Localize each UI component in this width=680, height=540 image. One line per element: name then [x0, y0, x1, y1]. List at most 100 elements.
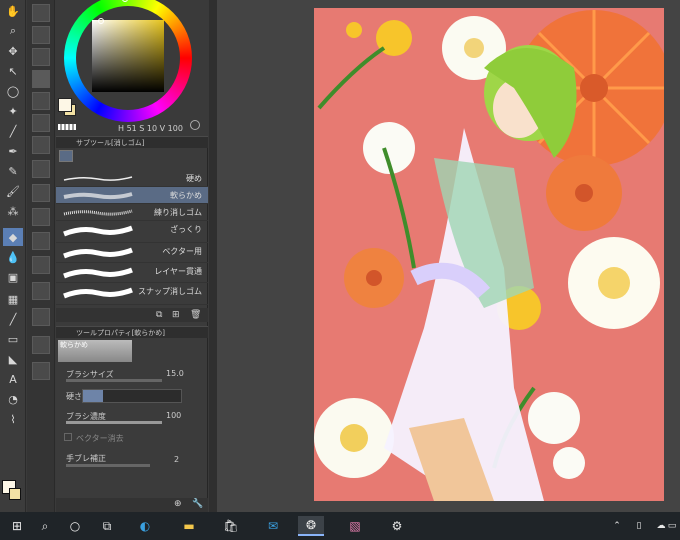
transparent-color-swatch[interactable] — [58, 124, 76, 130]
orange-flower — [344, 248, 404, 308]
palette-tab-icon[interactable] — [32, 4, 50, 22]
eraser-tab-icon[interactable] — [32, 70, 50, 88]
hardness-selector[interactable] — [82, 389, 182, 403]
vector-erase-checkbox[interactable] — [64, 433, 72, 441]
stabilization-label: 手ブレ補正 — [66, 454, 106, 463]
list-item[interactable]: ベクター用 — [56, 243, 208, 263]
palette-tab-icon[interactable] — [32, 362, 50, 380]
palette-tab-icon[interactable] — [32, 282, 50, 300]
palette-tab-icon[interactable] — [32, 48, 50, 66]
app-window: ✋ ⌕ ✥ ↖ ◯ ✦ ╱ ✒ ✎ 🖌 ⁂ ◆ 💧 ▣ ▦ ╱ ▭ ◣ A ◔ … — [0, 0, 680, 512]
airbrush-icon[interactable]: ⁂ — [3, 202, 23, 220]
list-item[interactable]: レイヤー貫通 — [56, 263, 208, 283]
white-flower — [314, 398, 394, 478]
search-icon[interactable]: ⌕ — [32, 516, 58, 536]
subtool-label: レイヤー貫通 — [154, 267, 202, 276]
palette-tab-icon[interactable] — [32, 160, 50, 178]
hardness-label: 硬さ — [66, 392, 82, 401]
explorer-icon[interactable]: ▬ — [176, 516, 202, 536]
brush-stroke-preview — [63, 267, 133, 279]
sub-color-swatch[interactable] — [9, 488, 21, 500]
delete-subtool-icon[interactable]: 🗑 — [190, 310, 201, 320]
frame-icon[interactable]: ▭ — [3, 330, 23, 348]
canvas-scrollbar[interactable] — [209, 0, 217, 512]
cortana-icon[interactable]: ○ — [62, 516, 88, 536]
stabilization-row: 手ブレ補正 2 — [56, 452, 208, 470]
main-color-swatch[interactable] — [58, 98, 72, 112]
blend-icon[interactable]: 💧 — [3, 248, 23, 266]
list-item[interactable]: スナップ消しゴム — [56, 283, 208, 305]
copy-subtool-icon[interactable]: ⧉ — [156, 310, 162, 320]
tool-property-header: ツールプロパティ[軟らかめ] — [56, 326, 208, 338]
list-item[interactable]: 硬め — [56, 170, 208, 187]
density-value[interactable]: 100 — [166, 411, 181, 420]
palette-tab-icon[interactable] — [32, 232, 50, 250]
store-icon[interactable]: 🛍 — [218, 516, 244, 536]
brush-stroke-preview — [63, 247, 133, 259]
preset-preview: 軟らかめ — [58, 340, 132, 362]
subtool-group-icon[interactable] — [59, 150, 73, 162]
list-item[interactable]: 練り消しゴム — [56, 204, 208, 221]
subtool-label: ざっくり — [170, 225, 202, 234]
palette-panel: H 51 S 10 V 100 サブツール[消しゴム] 硬め 軟らかめ 練り消し… — [56, 0, 208, 512]
ruler-icon[interactable]: ◣ — [3, 350, 23, 368]
pencil-icon[interactable]: ✎ — [3, 162, 23, 180]
palette-tab-icon[interactable] — [32, 26, 50, 44]
palette-tab-icon[interactable] — [32, 256, 50, 274]
palette-icon-column — [27, 0, 55, 512]
hsv-readout: H 51 S 10 V 100 — [118, 124, 183, 133]
vector-erase-row: ベクター消去 — [56, 430, 208, 448]
subtool-label: 軟らかめ — [170, 191, 202, 200]
move-icon[interactable]: ✥ — [3, 42, 23, 60]
sv-marker[interactable] — [98, 18, 104, 24]
stabilization-value[interactable]: 2 — [174, 455, 179, 464]
brush-size-value[interactable]: 15.0 — [166, 369, 184, 378]
clip-studio-icon[interactable]: ❂ — [298, 516, 324, 536]
paint-app-icon[interactable]: ▧ — [342, 516, 368, 536]
figure-icon[interactable]: ╱ — [3, 310, 23, 328]
density-row: ブラシ濃度 100 — [56, 408, 208, 426]
palette-tab-icon[interactable] — [32, 114, 50, 132]
palette-tab-icon[interactable] — [32, 136, 50, 154]
palette-tab-icon[interactable] — [32, 184, 50, 202]
hand-icon[interactable]: ✋ — [3, 2, 23, 20]
list-item[interactable]: ざっくり — [56, 221, 208, 243]
settings-icon[interactable]: ⚙ — [384, 516, 410, 536]
fill-icon[interactable]: ▣ — [3, 268, 23, 286]
lasso-icon[interactable]: ◯ — [3, 82, 23, 100]
brush-icon[interactable]: 🖌 — [3, 182, 23, 200]
zoom-icon[interactable]: ⌕ — [3, 22, 23, 40]
eyedropper-icon[interactable]: ╱ — [3, 122, 23, 140]
magic-wand-icon[interactable]: ✦ — [3, 102, 23, 120]
correction-icon[interactable]: ⌇ — [3, 410, 23, 428]
gradient-icon[interactable]: ▦ — [3, 290, 23, 308]
new-subtool-icon[interactable]: ⊞ — [172, 310, 180, 320]
balloon-icon[interactable]: ◔ — [3, 390, 23, 408]
task-view-icon[interactable]: ⧉ — [94, 516, 120, 536]
brush-size-row: ブラシサイズ 15.0 — [56, 366, 208, 384]
brush-size-slider[interactable] — [66, 379, 162, 382]
brush-stroke-preview — [63, 225, 133, 237]
palette-tab-icon[interactable] — [32, 308, 50, 326]
list-item[interactable]: 軟らかめ — [56, 187, 208, 204]
edge-icon[interactable]: ◐ — [132, 516, 158, 536]
hsv-v: 100 — [167, 124, 183, 133]
color-settings-icon[interactable] — [190, 120, 200, 130]
palette-tab-icon[interactable] — [32, 336, 50, 354]
saturation-value-square[interactable] — [92, 20, 164, 92]
palette-tab-icon[interactable] — [32, 208, 50, 226]
tablet-icon[interactable]: ▭ — [664, 516, 680, 536]
illustration-canvas[interactable] — [314, 8, 664, 501]
text-icon[interactable]: A — [3, 370, 23, 388]
operation-icon[interactable]: ↖ — [3, 62, 23, 80]
mail-icon[interactable]: ✉ — [260, 516, 286, 536]
windows-icon[interactable]: ⊞ — [4, 516, 30, 536]
hsv-h: 51 — [126, 124, 137, 133]
eraser-icon[interactable]: ◆ — [3, 228, 23, 246]
pen-icon[interactable]: ✒ — [3, 142, 23, 160]
palette-tab-icon[interactable] — [32, 92, 50, 110]
reset-icon[interactable]: ⊕ — [174, 499, 182, 509]
density-slider[interactable] — [66, 421, 162, 424]
wrench-icon[interactable]: 🔧 — [192, 499, 203, 509]
stabilization-slider[interactable] — [66, 464, 150, 467]
